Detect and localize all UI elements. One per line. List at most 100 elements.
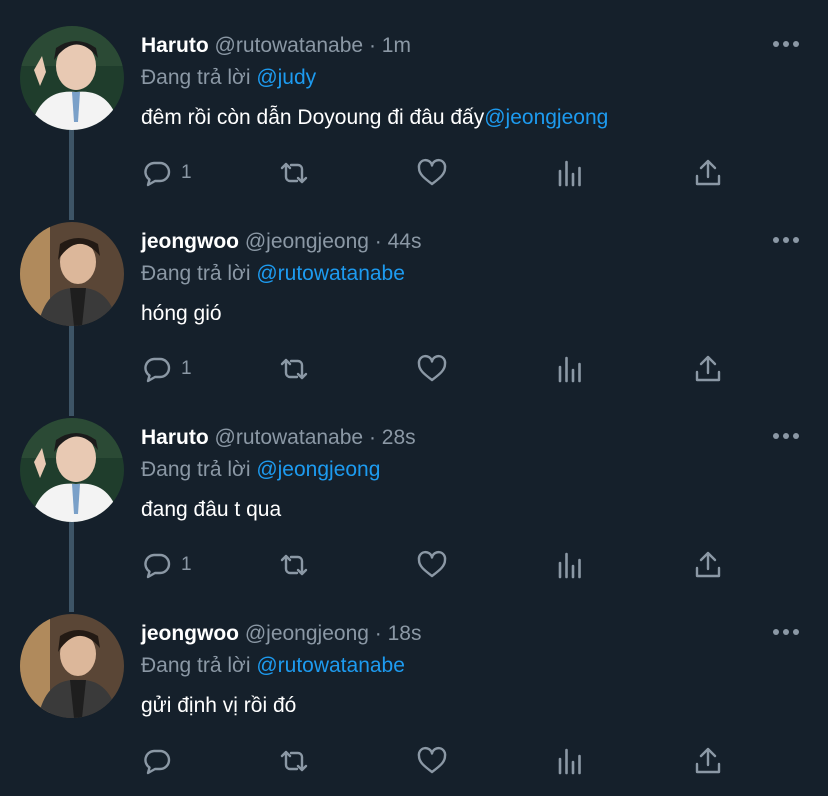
share-button[interactable] [692, 156, 724, 190]
timestamp[interactable]: 44s [388, 230, 422, 253]
reply-count: 1 [181, 358, 192, 379]
timestamp[interactable]: 1m [382, 34, 411, 57]
separator: · [368, 426, 376, 449]
tweet-actions: 1 [141, 548, 741, 582]
replying-to-label: Đang trả lời [141, 654, 251, 677]
tweet-text-body: đang đâu t qua [141, 498, 282, 521]
avatar[interactable] [20, 222, 124, 326]
tweet-header: Haruto @rutowatanabe · 28s [141, 424, 416, 452]
reply-button[interactable]: 1 [141, 156, 192, 190]
analytics-button[interactable] [554, 156, 586, 190]
separator: · [374, 230, 382, 253]
like-button[interactable] [416, 548, 448, 582]
tweet-actions [141, 744, 741, 778]
tweet[interactable]: Haruto @rutowatanabe · 28s Đang trả lời … [0, 392, 828, 588]
tweet-text-body: hóng gió [141, 302, 222, 325]
more-dots-icon[interactable] [772, 426, 800, 446]
user-handle[interactable]: @rutowatanabe [215, 426, 364, 449]
replying-to: Đang trả lời @jeongjeong [141, 456, 380, 484]
reply-mention-link[interactable]: @rutowatanabe [256, 654, 405, 677]
avatar[interactable] [20, 614, 124, 718]
tweet-text: đang đâu t qua [141, 496, 281, 524]
text-mention-link[interactable]: @jeongjeong [484, 106, 608, 129]
tweet-text: hóng gió [141, 300, 222, 328]
retweet-icon [280, 358, 308, 380]
share-upload-icon [695, 159, 721, 186]
reply-bubble-icon [144, 553, 171, 579]
reply-count: 1 [181, 162, 192, 183]
reply-button[interactable]: 1 [141, 548, 192, 582]
display-name[interactable]: Haruto [141, 34, 209, 57]
share-button[interactable] [692, 352, 724, 386]
analytics-bars-icon [558, 748, 581, 775]
retweet-icon [280, 554, 308, 576]
reply-mention-link[interactable]: @rutowatanabe [256, 262, 405, 285]
retweet-button[interactable] [278, 548, 310, 582]
heart-icon [417, 746, 447, 774]
avatar[interactable] [20, 26, 124, 130]
analytics-bars-icon [558, 160, 581, 187]
like-button[interactable] [416, 156, 448, 190]
more-dots-icon[interactable] [772, 622, 800, 642]
retweet-icon [280, 750, 308, 772]
reply-count: 1 [181, 554, 192, 575]
replying-to: Đang trả lời @rutowatanabe [141, 260, 405, 288]
share-upload-icon [695, 747, 721, 774]
reply-mention-link[interactable]: @jeongjeong [256, 458, 380, 481]
analytics-button[interactable] [554, 352, 586, 386]
tweet-header: jeongwoo @jeongjeong · 44s [141, 228, 421, 256]
retweet-button[interactable] [278, 352, 310, 386]
tweet[interactable]: jeongwoo @jeongjeong · 18s Đang trả lời … [0, 588, 828, 784]
more-dots-icon[interactable] [772, 34, 800, 54]
tweet[interactable]: jeongwoo @jeongjeong · 44s Đang trả lời … [0, 196, 828, 392]
share-upload-icon [695, 355, 721, 382]
replying-to-label: Đang trả lời [141, 458, 251, 481]
separator: · [374, 622, 382, 645]
replying-to: Đang trả lời @judy [141, 64, 316, 92]
tweet-text-body: đêm rồi còn dẫn Doyoung đi đâu đấy [141, 106, 485, 129]
analytics-button[interactable] [554, 548, 586, 582]
share-button[interactable] [692, 548, 724, 582]
reply-bubble-icon [144, 357, 171, 383]
tweet-actions: 1 [141, 156, 741, 190]
like-button[interactable] [416, 352, 448, 386]
timestamp[interactable]: 18s [388, 622, 422, 645]
heart-icon [417, 354, 447, 382]
timestamp[interactable]: 28s [382, 426, 416, 449]
separator: · [368, 34, 376, 57]
more-dots-icon[interactable] [772, 230, 800, 250]
analytics-bars-icon [558, 552, 581, 579]
replying-to-label: Đang trả lời [141, 262, 251, 285]
user-handle[interactable]: @jeongjeong [245, 230, 369, 253]
share-upload-icon [695, 551, 721, 578]
retweet-button[interactable] [278, 744, 310, 778]
tweet-header: jeongwoo @jeongjeong · 18s [141, 620, 421, 648]
retweet-icon [280, 162, 308, 184]
tweet-thread: Haruto @rutowatanabe · 1m Đang trả lời @… [0, 0, 828, 796]
analytics-bars-icon [558, 356, 581, 383]
display-name[interactable]: Haruto [141, 426, 209, 449]
analytics-button[interactable] [554, 744, 586, 778]
reply-mention-link[interactable]: @judy [256, 66, 316, 89]
user-handle[interactable]: @rutowatanabe [215, 34, 364, 57]
replying-to: Đang trả lời @rutowatanabe [141, 652, 405, 680]
tweet-text-body: gửi định vị rồi đó [141, 694, 297, 717]
heart-icon [417, 550, 447, 578]
tweet-header: Haruto @rutowatanabe · 1m [141, 32, 411, 60]
like-button[interactable] [416, 744, 448, 778]
reply-button[interactable] [141, 744, 181, 778]
display-name[interactable]: jeongwoo [141, 230, 239, 253]
user-handle[interactable]: @jeongjeong [245, 622, 369, 645]
tweet-actions: 1 [141, 352, 741, 386]
reply-bubble-icon [144, 749, 171, 775]
tweet-text: gửi định vị rồi đó [141, 692, 296, 720]
tweet-text: đêm rồi còn dẫn Doyoung đi đâu đấy@jeong… [141, 104, 608, 132]
retweet-button[interactable] [278, 156, 310, 190]
replying-to-label: Đang trả lời [141, 66, 251, 89]
display-name[interactable]: jeongwoo [141, 622, 239, 645]
tweet[interactable]: Haruto @rutowatanabe · 1m Đang trả lời @… [0, 0, 828, 196]
avatar[interactable] [20, 418, 124, 522]
share-button[interactable] [692, 744, 724, 778]
reply-button[interactable]: 1 [141, 352, 192, 386]
reply-bubble-icon [144, 161, 171, 187]
